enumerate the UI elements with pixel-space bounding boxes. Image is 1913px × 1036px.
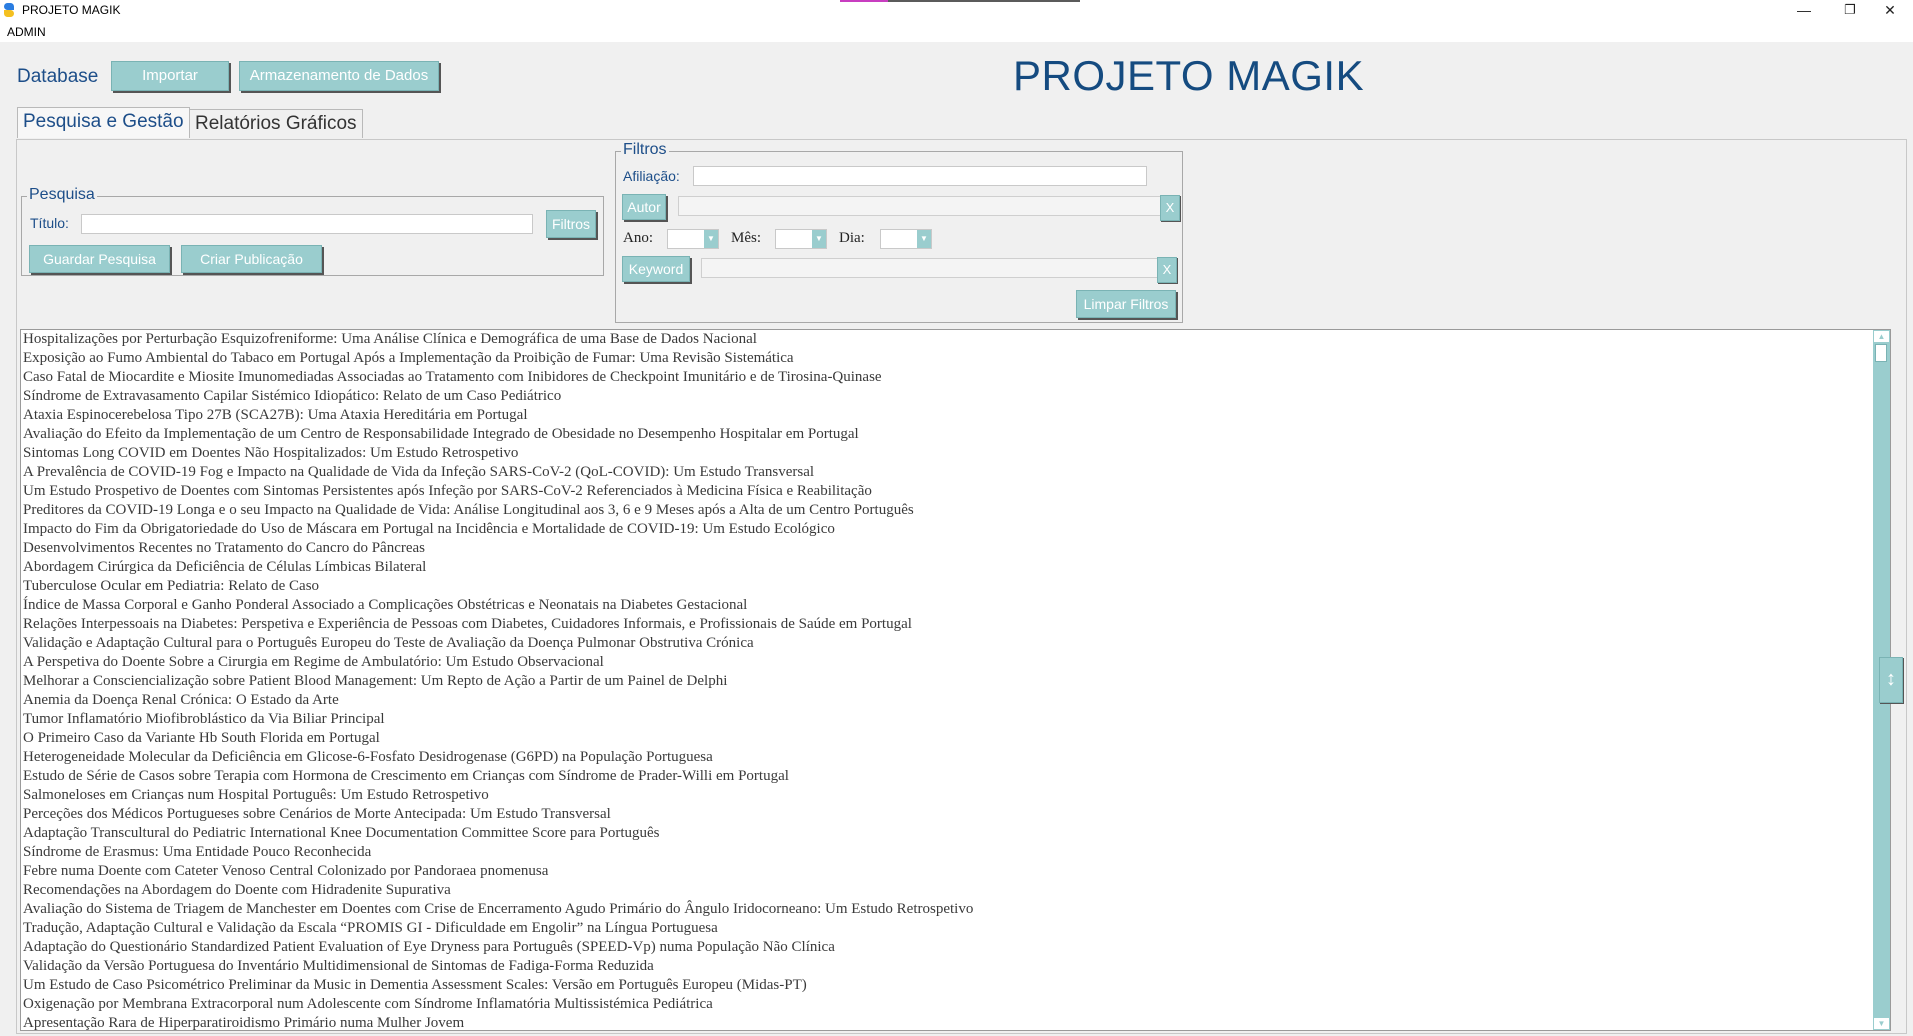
title-input[interactable]	[81, 214, 533, 234]
list-item[interactable]: Hospitalizações por Perturbação Esquizof…	[23, 330, 973, 349]
list-item[interactable]: Estudo de Série de Casos sobre Terapia c…	[23, 767, 973, 786]
close-button[interactable]: ✕	[1867, 0, 1913, 22]
search-legend: Pesquisa	[27, 186, 97, 204]
list-item[interactable]: Avaliação do Sistema de Triagem de Manch…	[23, 900, 973, 919]
resize-handle-icon[interactable]: ↕	[1879, 657, 1903, 703]
window-title: PROJETO MAGIK	[22, 3, 121, 17]
menu-admin[interactable]: ADMIN	[7, 25, 46, 39]
minimize-button[interactable]: —	[1781, 0, 1827, 22]
scroll-thumb[interactable]	[1875, 344, 1887, 362]
clear-filters-button[interactable]: Limpar Filtros	[1076, 290, 1176, 318]
results-items: Hospitalizações por Perturbação Esquizof…	[23, 330, 973, 1030]
keyword-clear-button[interactable]: X	[1157, 257, 1177, 283]
filters-legend: Filtros	[621, 141, 669, 159]
list-item[interactable]: Preditores da COVID-19 Longa e o seu Imp…	[23, 501, 973, 520]
list-item[interactable]: Recomendações na Abordagem do Doente com…	[23, 881, 973, 900]
list-item[interactable]: Salmoneloses em Crianças num Hospital Po…	[23, 786, 973, 805]
list-item[interactable]: Tuberculose Ocular em Pediatria: Relato …	[23, 577, 973, 596]
list-item[interactable]: Exposição ao Fumo Ambiental do Tabaco em…	[23, 349, 973, 368]
list-item[interactable]: Abordagem Cirúrgica da Deficiência de Cé…	[23, 558, 973, 577]
author-field[interactable]	[678, 196, 1165, 216]
chevron-down-icon: ▼	[812, 230, 826, 248]
list-item[interactable]: Melhorar a Consciencialização sobre Pati…	[23, 672, 973, 691]
list-item[interactable]: Tradução, Adaptação Cultural e Validação…	[23, 919, 973, 938]
year-select[interactable]: ▼	[667, 229, 719, 249]
import-button[interactable]: Importar	[111, 61, 229, 91]
list-item[interactable]: A Perspetiva do Doente Sobre a Cirurgia …	[23, 653, 973, 672]
list-item[interactable]: O Primeiro Caso da Variante Hb South Flo…	[23, 729, 973, 748]
list-item[interactable]: Anemia da Doença Renal Crónica: O Estado…	[23, 691, 973, 710]
chevron-down-icon: ▼	[704, 230, 718, 248]
list-item[interactable]: Impacto do Fim da Obrigatoriedade do Uso…	[23, 520, 973, 539]
list-item[interactable]: Ataxia Espinocerebelosa Tipo 27B (SCA27B…	[23, 406, 973, 425]
author-clear-button[interactable]: X	[1160, 195, 1180, 221]
list-item[interactable]: Perceções dos Médicos Portugueses sobre …	[23, 805, 973, 824]
list-item[interactable]: Índice de Massa Corporal e Ganho Pondera…	[23, 596, 973, 615]
title-accent-bar	[840, 0, 1080, 2]
day-label: Dia:	[839, 230, 865, 246]
keyword-field[interactable]	[701, 258, 1162, 278]
list-item[interactable]: Oxigenação por Membrana Extracorporal nu…	[23, 995, 973, 1014]
month-select[interactable]: ▼	[775, 229, 827, 249]
page-title: PROJETO MAGIK	[1013, 52, 1365, 99]
list-item[interactable]: Síndrome de Erasmus: Uma Entidade Pouco …	[23, 843, 973, 862]
scroll-down-icon[interactable]: ▼	[1873, 1017, 1890, 1030]
author-button[interactable]: Autor	[622, 194, 666, 220]
save-search-button[interactable]: Guardar Pesquisa	[29, 245, 170, 273]
list-item[interactable]: Desenvolvimentos Recentes no Tratamento …	[23, 539, 973, 558]
affiliation-input[interactable]	[693, 166, 1147, 186]
create-publication-button[interactable]: Criar Publicação	[181, 245, 322, 273]
list-item[interactable]: Caso Fatal de Miocardite e Miosite Imuno…	[23, 368, 973, 387]
list-item[interactable]: Validação da Versão Portuguesa do Invent…	[23, 957, 973, 976]
list-item[interactable]: Um Estudo de Caso Psicométrico Prelimina…	[23, 976, 973, 995]
list-item[interactable]: Adaptação Transcultural do Pediatric Int…	[23, 824, 973, 843]
year-label: Ano:	[623, 230, 653, 246]
filters-group: Filtros Afiliação: Autor X Ano: ▼ Mês: ▼…	[615, 141, 1183, 323]
month-label: Mês:	[731, 230, 761, 246]
chevron-down-icon: ▼	[917, 230, 931, 248]
list-item[interactable]: Um Estudo Prospetivo de Doentes com Sint…	[23, 482, 973, 501]
list-item[interactable]: Sintomas Long COVID em Doentes Não Hospi…	[23, 444, 973, 463]
tab-relatorios-graficos[interactable]: Relatórios Gráficos	[189, 109, 363, 138]
list-item[interactable]: A Prevalência de COVID-19 Fog e Impacto …	[23, 463, 973, 482]
keyword-button[interactable]: Keyword	[622, 256, 690, 282]
list-item[interactable]: Adaptação do Questionário Standardized P…	[23, 938, 973, 957]
title-bar: PROJETO MAGIK — ❐ ✕	[0, 0, 1913, 22]
title-label: Título:	[30, 215, 69, 231]
tab-pesquisa-e-gestao[interactable]: Pesquisa e Gestão	[17, 107, 190, 138]
data-storage-button[interactable]: Armazenamento de Dados	[239, 61, 439, 91]
scroll-up-icon[interactable]: ▲	[1873, 330, 1890, 343]
list-item[interactable]: Validação e Adaptação Cultural para o Po…	[23, 634, 973, 653]
menu-bar: ADMIN	[0, 22, 1913, 42]
affiliation-label: Afiliação:	[623, 168, 680, 184]
search-group: Pesquisa Título: Filtros Guardar Pesquis…	[21, 186, 604, 276]
list-item[interactable]: Avaliação do Efeito da Implementação de …	[23, 425, 973, 444]
list-item[interactable]: Apresentação Rara de Hiperparatiroidismo…	[23, 1014, 973, 1030]
list-item[interactable]: Síndrome de Extravasamento Capilar Sisté…	[23, 387, 973, 406]
python-icon	[4, 3, 14, 17]
results-list[interactable]: Hospitalizações por Perturbação Esquizof…	[20, 329, 1891, 1031]
list-item[interactable]: Relações Interpessoais na Diabetes: Pers…	[23, 615, 973, 634]
filters-button[interactable]: Filtros	[546, 210, 596, 238]
list-item[interactable]: Heterogeneidade Molecular da Deficiência…	[23, 748, 973, 767]
day-select[interactable]: ▼	[880, 229, 932, 249]
database-label: Database	[17, 66, 99, 87]
list-item[interactable]: Tumor Inflamatório Miofibroblástico da V…	[23, 710, 973, 729]
list-item[interactable]: Febre numa Doente com Cateter Venoso Cen…	[23, 862, 973, 881]
